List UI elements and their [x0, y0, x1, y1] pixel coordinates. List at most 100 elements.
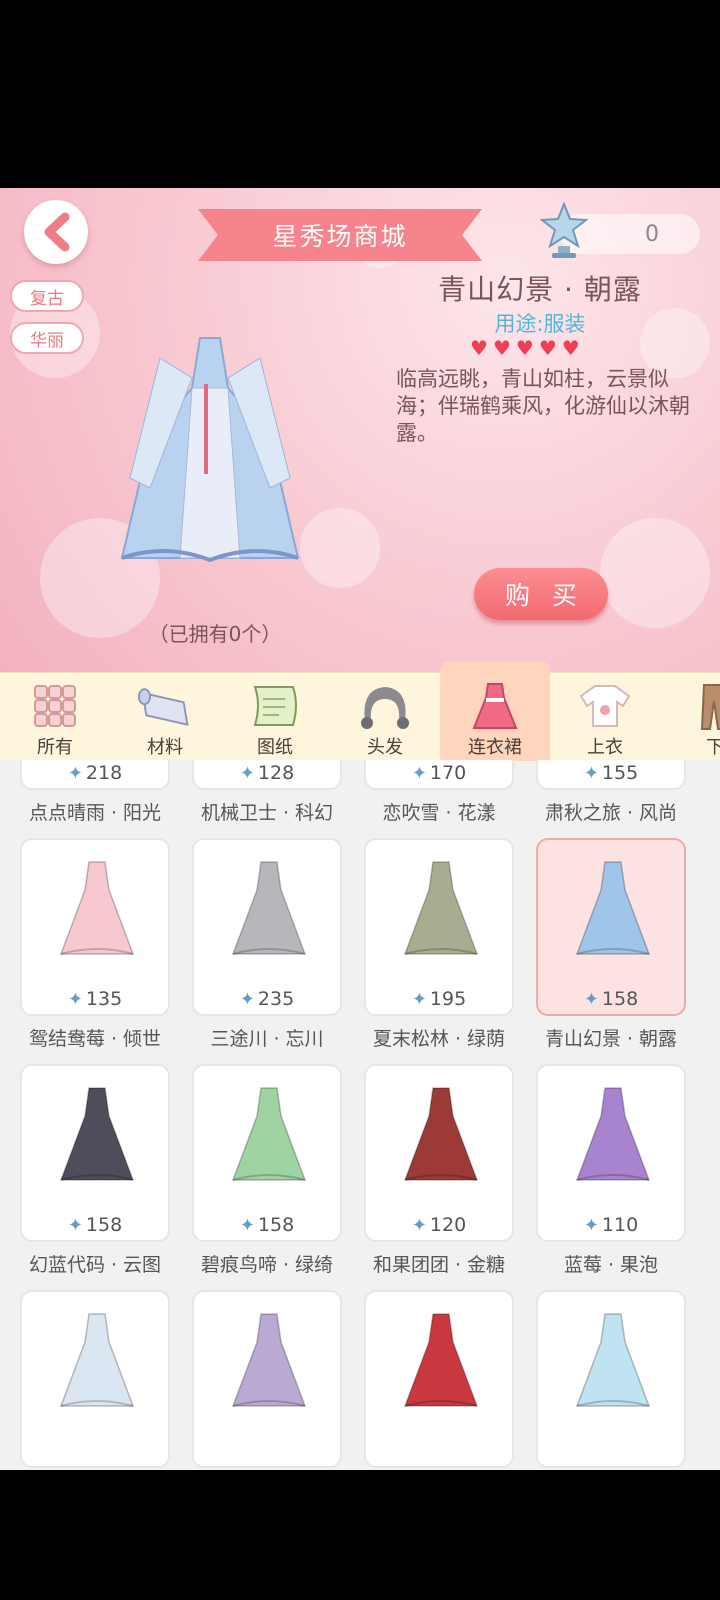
item-card[interactable]: ✦ 195 [364, 838, 514, 1016]
dress-thumbnail [575, 1313, 651, 1407]
price-value: 135 [85, 988, 123, 1010]
buy-button[interactable]: 购买 [474, 568, 608, 620]
shirt-icon [577, 681, 633, 731]
dress-thumbnail [231, 1087, 307, 1181]
heart-icon: ♥ [515, 336, 534, 360]
item-card[interactable]: ✦ 218 [20, 760, 170, 790]
item-card[interactable]: ✦ 120 [364, 1064, 514, 1242]
item-name-label: 青山幻景 · 朝露 [544, 1028, 678, 1050]
category-tab-2[interactable]: 图纸 [220, 673, 330, 760]
shop-screen: 星秀场商城 0 复古 华丽 青山幻景 · 朝露 用途:服装 ♥ ♥ ♥ ♥ ♥ 临高远眺… [0, 188, 720, 1470]
category-label: 上衣 [587, 737, 623, 758]
category-label: 下 [706, 737, 720, 758]
item-card[interactable] [20, 1290, 170, 1468]
star-trophy-icon: ✦ [67, 989, 83, 1010]
item-name-label: 蓝莓 · 果泡 [563, 1254, 659, 1276]
item-name-label: 幻蓝代码 · 云图 [28, 1254, 162, 1276]
price-value: 158 [601, 988, 639, 1010]
dress-thumbnail [403, 1313, 479, 1407]
item-name-label: 点点晴雨 · 阳光 [28, 802, 162, 824]
usage-label: 用途: [494, 312, 544, 336]
dress-thumbnail [59, 1313, 135, 1407]
scroll-icon [247, 681, 303, 731]
item-card[interactable]: ✦ 158 [192, 1064, 342, 1242]
star-trophy-icon: ✦ [411, 763, 427, 784]
star-count: 0 [645, 221, 659, 247]
rarity-hearts: ♥ ♥ ♥ ♥ ♥ [470, 336, 580, 360]
tag-retro[interactable]: 复古 [10, 280, 84, 312]
price-value: 110 [601, 1214, 639, 1236]
dress-thumbnail [575, 861, 651, 955]
item-card[interactable] [536, 1290, 686, 1468]
price-value: 120 [429, 1214, 467, 1236]
category-label: 材料 [147, 737, 183, 758]
usage-value: 服装 [543, 312, 586, 336]
dress-thumbnail [575, 1087, 651, 1181]
item-card[interactable]: ✦ 158 [536, 838, 686, 1016]
page-title: 星秀场商城 [272, 222, 408, 251]
back-button[interactable] [24, 200, 88, 264]
dress-thumbnail [403, 861, 479, 955]
heart-icon: ♥ [538, 336, 557, 360]
star-trophy-icon: ✦ [239, 1215, 255, 1236]
category-tab-5[interactable]: 上衣 [550, 673, 660, 760]
category-label: 图纸 [257, 737, 293, 758]
star-trophy-icon [540, 202, 588, 258]
item-price: ✦ 195 [366, 988, 512, 1010]
pants-icon [687, 681, 720, 731]
item-price: ✦ 110 [538, 1214, 684, 1236]
price-value: 128 [257, 762, 295, 784]
item-card[interactable]: ✦ 128 [192, 760, 342, 790]
category-tab-0[interactable]: 所有 [0, 673, 110, 760]
item-name-label: 夏末松林 · 绿荫 [372, 1028, 506, 1050]
price-value: 158 [85, 1214, 123, 1236]
item-card[interactable]: ✦ 170 [364, 760, 514, 790]
item-price: ✦ 235 [194, 988, 340, 1010]
dress-thumbnail [59, 1087, 135, 1181]
grid-icon [27, 681, 83, 731]
item-name-label: 肃秋之旅 · 风尚 [544, 802, 678, 824]
item-price: ✦ 128 [194, 762, 340, 784]
item-card[interactable]: ✦ 235 [192, 838, 342, 1016]
item-price: ✦ 218 [22, 762, 168, 784]
item-card[interactable] [364, 1290, 514, 1468]
item-price: ✦ 120 [366, 1214, 512, 1236]
item-card[interactable]: ✦ 110 [536, 1064, 686, 1242]
fabric-roll-icon [137, 681, 193, 731]
price-value: 195 [429, 988, 467, 1010]
category-tab-3[interactable]: 头发 [330, 673, 440, 760]
category-label: 连衣裙 [468, 737, 522, 758]
price-value: 155 [601, 762, 639, 784]
item-detail-panel: 星秀场商城 0 复古 华丽 青山幻景 · 朝露 用途:服装 ♥ ♥ ♥ ♥ ♥ 临高远眺… [0, 188, 720, 672]
heart-icon: ♥ [492, 336, 511, 360]
item-name-label: 机械卫士 · 科幻 [200, 802, 334, 824]
dress-thumbnail [59, 861, 135, 955]
dress-thumbnail [403, 1087, 479, 1181]
category-tab-4[interactable]: 连衣裙 [440, 661, 550, 761]
category-label: 所有 [37, 737, 73, 758]
category-tab-1[interactable]: 材料 [110, 673, 220, 760]
shop-title-banner: 星秀场商城 [198, 209, 482, 261]
item-price: ✦ 135 [22, 988, 168, 1010]
item-card[interactable]: ✦ 158 [20, 1064, 170, 1242]
dress-thumbnail [231, 861, 307, 955]
category-tab-6[interactable]: 下 [660, 673, 720, 760]
price-value: 235 [257, 988, 295, 1010]
item-name-label: 碧痕鸟啼 · 绿绮 [200, 1254, 334, 1276]
dress-icon [467, 681, 523, 731]
heart-icon: ♥ [470, 336, 488, 360]
item-price: ✦ 158 [538, 988, 684, 1010]
price-value: 218 [85, 762, 123, 784]
item-price: ✦ 158 [194, 1214, 340, 1236]
category-tabs: 所有 材料 图纸 头发 连衣裙 上衣 下 [0, 661, 720, 761]
item-card[interactable]: ✦ 135 [20, 838, 170, 1016]
main-dress-preview [120, 337, 300, 563]
item-card[interactable] [192, 1290, 342, 1468]
tag-gorgeous[interactable]: 华丽 [10, 322, 84, 354]
owned-count: （已拥有0个） [148, 622, 282, 646]
hair-icon [357, 681, 413, 731]
item-card[interactable]: ✦ 155 [536, 760, 686, 790]
star-trophy-icon: ✦ [67, 763, 83, 784]
star-trophy-icon: ✦ [583, 1215, 599, 1236]
item-name: 青山幻景 · 朝露 [438, 273, 642, 306]
